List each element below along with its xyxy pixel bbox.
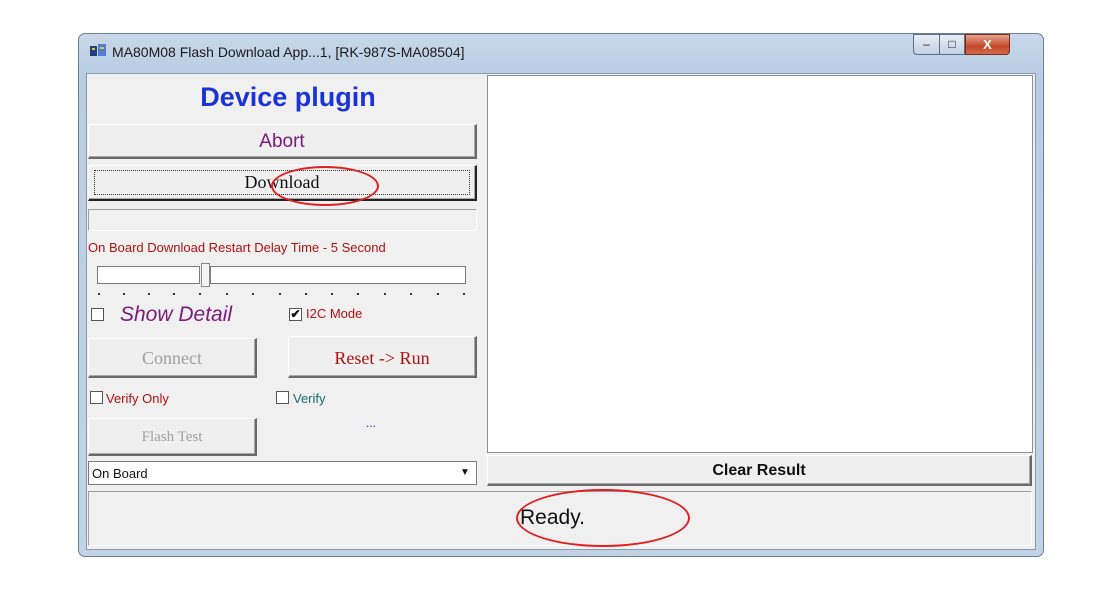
slider-tick	[357, 293, 359, 295]
slider-tick	[410, 293, 412, 295]
slider-tick	[173, 293, 175, 295]
slider-tick	[463, 293, 465, 295]
mode-dropdown-value: On Board	[92, 466, 148, 481]
minimize-button[interactable]: –	[913, 34, 939, 55]
delay-slider-track-left[interactable]	[97, 266, 200, 284]
dropdown-arrow-icon[interactable]: ▼	[455, 463, 475, 482]
show-detail-checkbox[interactable]	[91, 308, 104, 321]
close-icon: X	[983, 37, 992, 52]
slider-tick	[148, 293, 150, 295]
i2c-mode-label: I2C Mode	[306, 306, 363, 321]
slider-tick	[305, 293, 307, 295]
slider-tick	[331, 293, 333, 295]
slider-tick	[437, 293, 439, 295]
window-title: MA80M08 Flash Download App...1, [RK-987S…	[112, 44, 465, 60]
clear-result-button[interactable]: Clear Result	[487, 455, 1032, 486]
slider-tick	[384, 293, 386, 295]
delay-slider-track-right[interactable]	[210, 266, 466, 284]
verify-label: Verify	[293, 391, 326, 406]
slider-tick	[279, 293, 281, 295]
close-button[interactable]: X	[965, 34, 1010, 55]
slider-tick	[226, 293, 228, 295]
connect-button[interactable]: Connect	[88, 338, 257, 378]
device-plugin-heading: Device plugin	[200, 82, 376, 112]
slider-tick	[123, 293, 125, 295]
maximize-icon: □	[948, 37, 956, 51]
slider-tick	[98, 293, 100, 295]
reset-run-button[interactable]: Reset -> Run	[288, 336, 477, 378]
annotation-ellipse-download	[271, 166, 379, 206]
show-detail-label: Show Detail	[120, 303, 233, 326]
restart-delay-label: On Board Download Restart Delay Time - 5…	[88, 240, 386, 255]
progress-bar	[88, 209, 477, 231]
checkmark-icon: ✔	[290, 307, 301, 321]
minimize-icon: –	[923, 37, 930, 51]
slider-tick	[252, 293, 254, 295]
verify-checkbox[interactable]	[276, 391, 289, 404]
verify-only-checkbox[interactable]	[90, 391, 103, 404]
flash-test-button[interactable]: Flash Test	[88, 418, 257, 456]
app-icon	[90, 44, 106, 58]
slider-tick	[199, 293, 201, 295]
delay-slider-thumb[interactable]	[201, 263, 210, 287]
result-output-area[interactable]	[487, 75, 1033, 453]
maximize-button[interactable]: □	[939, 34, 965, 55]
ellipsis-text: ...	[366, 416, 377, 430]
abort-button[interactable]: Abort	[88, 124, 477, 159]
verify-only-label: Verify Only	[106, 391, 169, 406]
annotation-ellipse-status	[516, 489, 690, 547]
i2c-mode-checkbox[interactable]: ✔	[289, 308, 302, 321]
